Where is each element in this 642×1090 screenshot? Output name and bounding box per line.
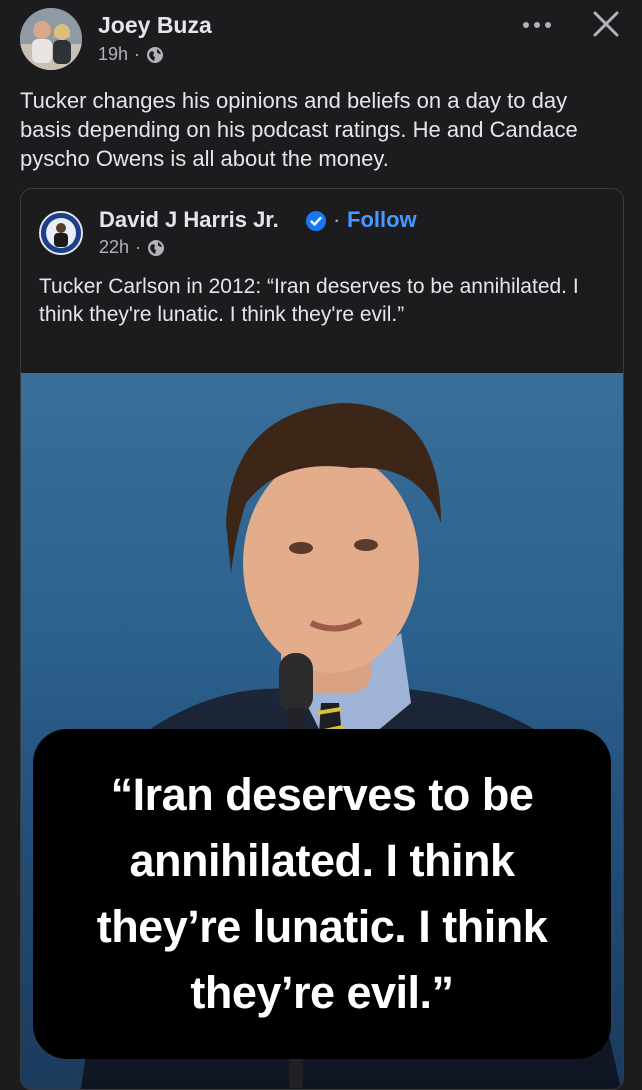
quote-overlay-text: “Iran deserves to be annihilated. I thin…	[96, 769, 548, 1018]
meta-separator: ·	[134, 44, 141, 64]
close-icon[interactable]	[590, 8, 622, 40]
more-options-icon[interactable]	[520, 14, 554, 36]
follow-separator: ·	[333, 207, 341, 232]
globe-icon	[147, 239, 165, 257]
author-avatar[interactable]	[20, 8, 82, 70]
globe-icon	[146, 46, 164, 64]
author-name[interactable]: Joey Buza	[98, 12, 212, 39]
quote-overlay: “Iran deserves to be annihilated. I thin…	[33, 729, 611, 1059]
shared-post-card[interactable]: David J Harris Jr. · Follow 22h · Tucker…	[20, 188, 624, 1090]
shared-post-meta: 22h ·	[99, 237, 165, 258]
post-header: Joey Buza 19h ·	[0, 0, 642, 80]
shared-meta-separator: ·	[135, 237, 142, 257]
verified-badge-icon	[305, 210, 327, 232]
post-time[interactable]: 19h	[98, 44, 128, 65]
shared-post-text: Tucker Carlson in 2012: “Iran deserves t…	[39, 275, 579, 326]
shared-author-name[interactable]: David J Harris Jr.	[99, 207, 279, 233]
follow-button[interactable]: Follow	[347, 207, 417, 233]
shared-post-time[interactable]: 22h	[99, 237, 129, 258]
post-meta: 19h ·	[98, 44, 164, 65]
post-text: Tucker changes his opinions and beliefs …	[20, 88, 578, 171]
shared-post-image[interactable]: “Iran deserves to be annihilated. I thin…	[21, 373, 623, 1089]
shared-author-avatar[interactable]	[39, 211, 83, 255]
